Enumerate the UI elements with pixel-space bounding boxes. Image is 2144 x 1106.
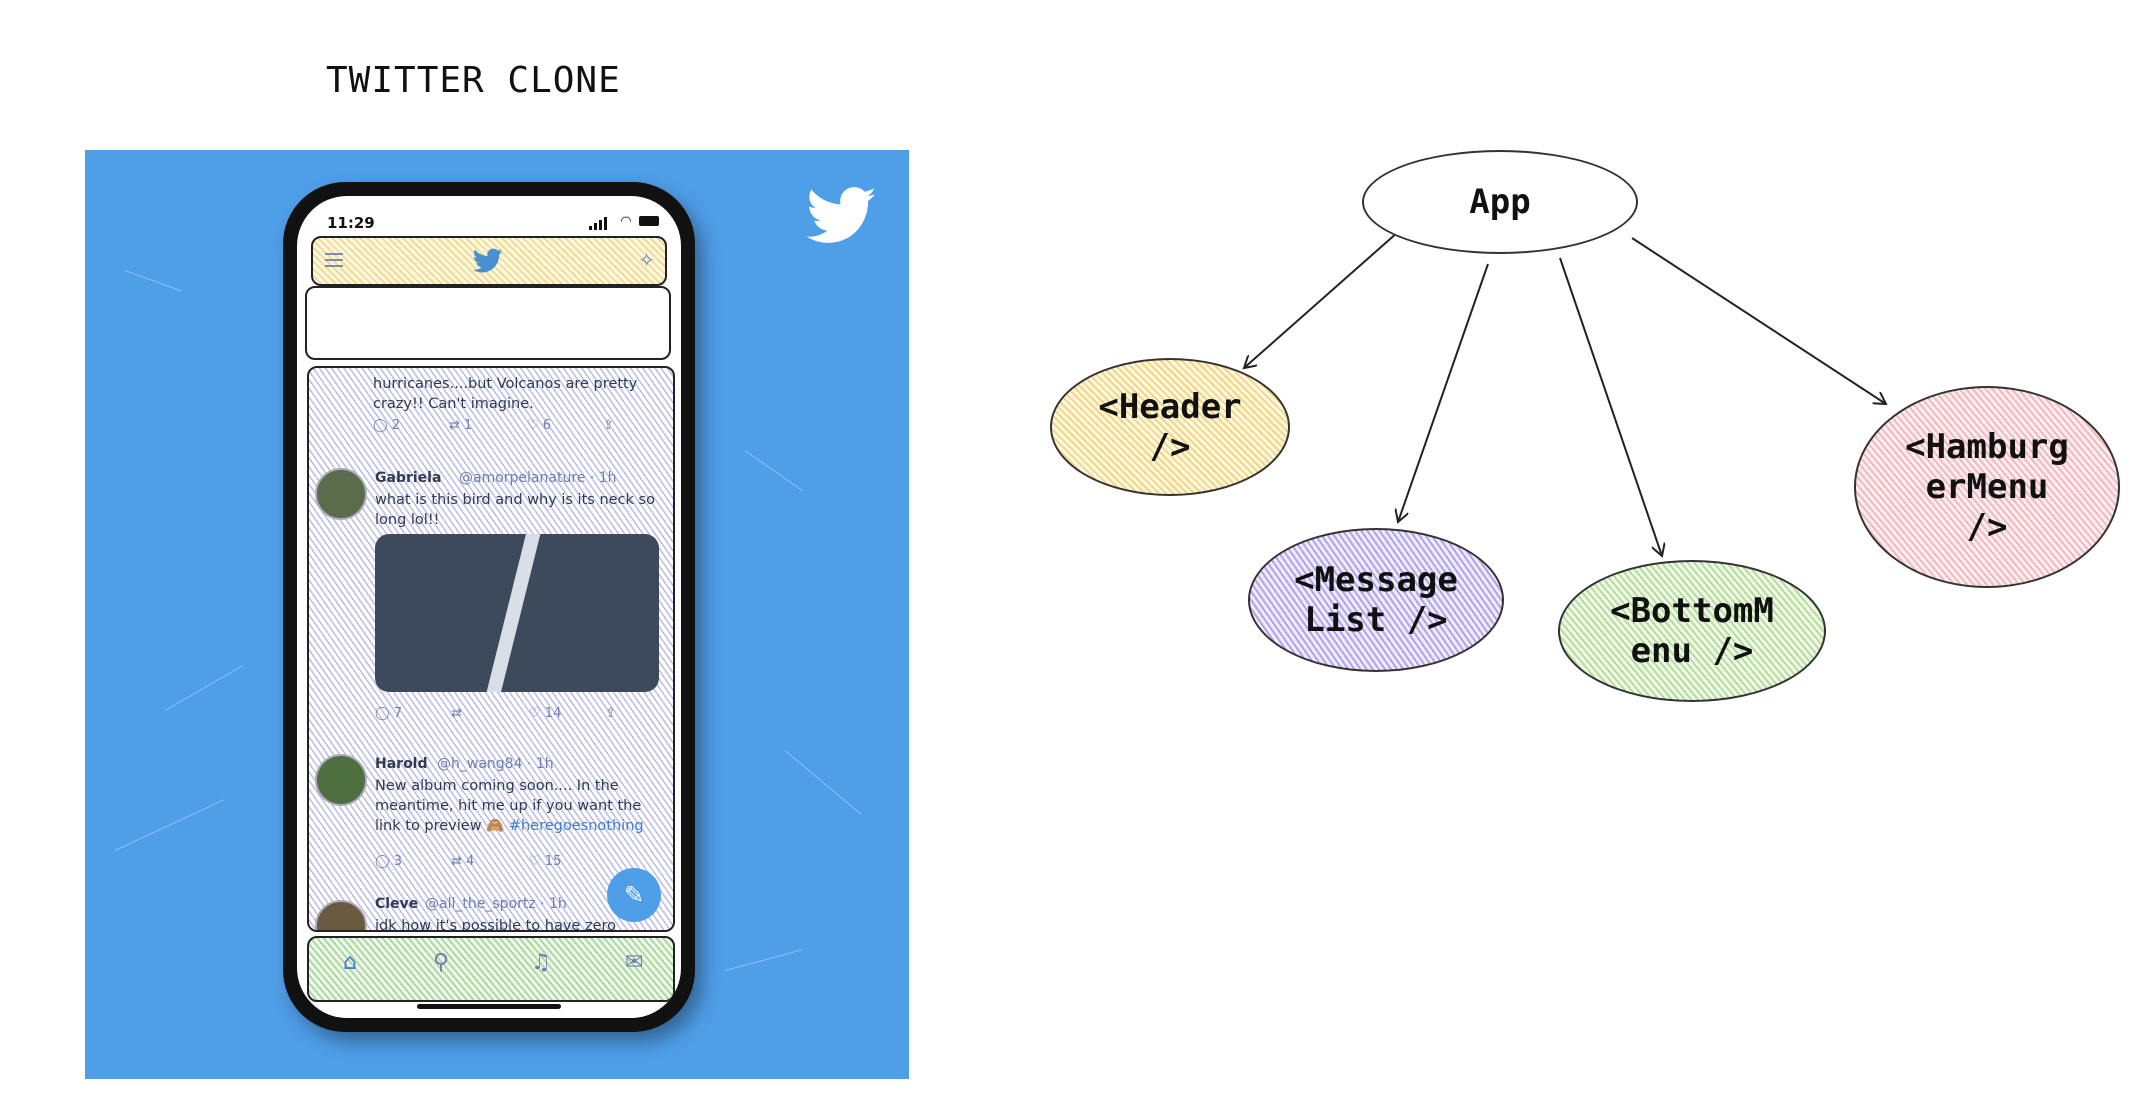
node-bottom-menu: <BottomM enu /> — [1558, 560, 1826, 702]
share-icon[interactable]: ⇪ — [605, 706, 616, 721]
message-list-component: hurricanes....but Volcanos are pretty cr… — [307, 366, 675, 932]
avatar[interactable] — [315, 468, 367, 520]
edge-app-bottom-menu — [1559, 257, 1662, 556]
tweet-handle: @all_the_sportz · 1h — [425, 896, 567, 912]
retweet-icon[interactable]: ⇄ 4 — [451, 854, 474, 869]
share-icon[interactable]: ⇪ — [603, 418, 614, 433]
reply-icon[interactable]: ◯ 7 — [375, 706, 402, 721]
reply-icon[interactable]: ◯ 3 — [375, 854, 402, 869]
edge-app-hamburger-menu — [1631, 237, 1886, 404]
signal-icon — [589, 226, 592, 230]
node-message-list: <Message List /> — [1248, 528, 1504, 672]
reply-count: 7 — [393, 706, 402, 721]
tweet-text: what is this bird and why is its neck so… — [375, 492, 655, 528]
sparkle-icon[interactable]: ✧ — [638, 248, 655, 272]
tweet-text: idk how it's possible to have zero — [375, 918, 617, 932]
status-time: 11:29 — [327, 214, 375, 232]
node-app: App — [1362, 150, 1638, 254]
node-label: App — [1469, 182, 1531, 222]
retweet-count: 1 — [464, 418, 473, 433]
reply-count: 2 — [391, 418, 400, 433]
phone-screen: 11:29 ◠ ✧ hurricanes....but Volcanos are… — [297, 196, 681, 1018]
compose-button[interactable]: ✎ — [607, 868, 661, 922]
like-count: 6 — [542, 418, 552, 433]
retweet-icon[interactable]: ⇄ 1 — [449, 418, 472, 433]
reply-count: 3 — [393, 854, 402, 869]
signal-bar — [604, 217, 607, 230]
bell-icon[interactable]: ♫ — [531, 950, 551, 975]
avatar[interactable] — [315, 754, 367, 806]
like-icon[interactable]: ♡ 6 — [527, 418, 551, 433]
home-icon[interactable]: ⌂ — [343, 950, 357, 975]
tweet-text: New album coming soon.... In the meantim… — [375, 776, 655, 836]
tweet-handle: @h_wang84 · 1h — [437, 756, 554, 772]
like-count: 15 — [544, 854, 562, 869]
bottom-menu-component: ⌂ ⚲ ♫ ✉ — [307, 936, 675, 1002]
signal-bar — [599, 220, 602, 230]
edge-app-header — [1244, 231, 1399, 368]
retweet-count: 4 — [466, 854, 475, 869]
tweet-image[interactable] — [375, 534, 659, 692]
tabs-placeholder — [305, 286, 671, 360]
status-bar: 11:29 ◠ — [319, 208, 659, 234]
retweet-icon[interactable]: ⇄ — [451, 706, 462, 721]
like-icon[interactable]: ♡ 14 — [529, 706, 561, 721]
tweet-author: Gabriela — [375, 470, 442, 486]
tweet-handle: @amorpelanature · 1h — [459, 470, 617, 486]
status-icons: ◠ — [589, 214, 659, 230]
compose-icon: ✎ — [623, 881, 645, 909]
tweet-actions: ◯ 2 ⇄ 1 ♡ 6 ⇪ — [373, 418, 673, 438]
twitter-bird-icon — [473, 248, 503, 273]
tweet-actions: ◯ 7 ⇄ ♡ 14 ⇪ — [375, 706, 673, 726]
like-icon[interactable]: ♡ 15 — [529, 854, 561, 869]
phone-mockup: 11:29 ◠ ✧ hurricanes....but Volcanos are… — [283, 182, 695, 1032]
node-label: <Message List /> — [1294, 560, 1458, 640]
node-hamburger-menu: <Hamburg erMenu /> — [1854, 386, 2120, 588]
node-header: <Header /> — [1050, 358, 1290, 496]
node-label: <Header /> — [1098, 387, 1242, 467]
avatar[interactable] — [315, 900, 367, 930]
reply-icon[interactable]: ◯ 2 — [373, 418, 400, 433]
tweet-author: Cleve — [375, 896, 419, 912]
tweet-hashtag[interactable]: #heregoesnothing — [509, 818, 644, 834]
tweet-text: hurricanes....but Volcanos are pretty cr… — [373, 376, 638, 412]
page-title: TWITTER CLONE — [326, 60, 621, 101]
edge-app-message-list — [1398, 263, 1489, 522]
like-count: 14 — [544, 706, 562, 721]
wifi-icon: ◠ — [621, 214, 631, 229]
mail-icon[interactable]: ✉ — [625, 950, 643, 975]
node-label: <BottomM enu /> — [1610, 591, 1774, 671]
battery-icon — [639, 216, 659, 226]
twitter-screenshot-panel: 11:29 ◠ ✧ hurricanes....but Volcanos are… — [85, 150, 909, 1079]
tweet-author: Harold — [375, 756, 428, 772]
search-icon[interactable]: ⚲ — [433, 950, 449, 975]
node-label: <Hamburg erMenu /> — [1905, 427, 2069, 547]
signal-bar — [594, 223, 597, 230]
header-component: ✧ — [311, 236, 667, 286]
hamburger-icon[interactable] — [325, 252, 345, 268]
twitter-bird-icon — [807, 187, 876, 243]
home-indicator — [417, 1004, 561, 1009]
